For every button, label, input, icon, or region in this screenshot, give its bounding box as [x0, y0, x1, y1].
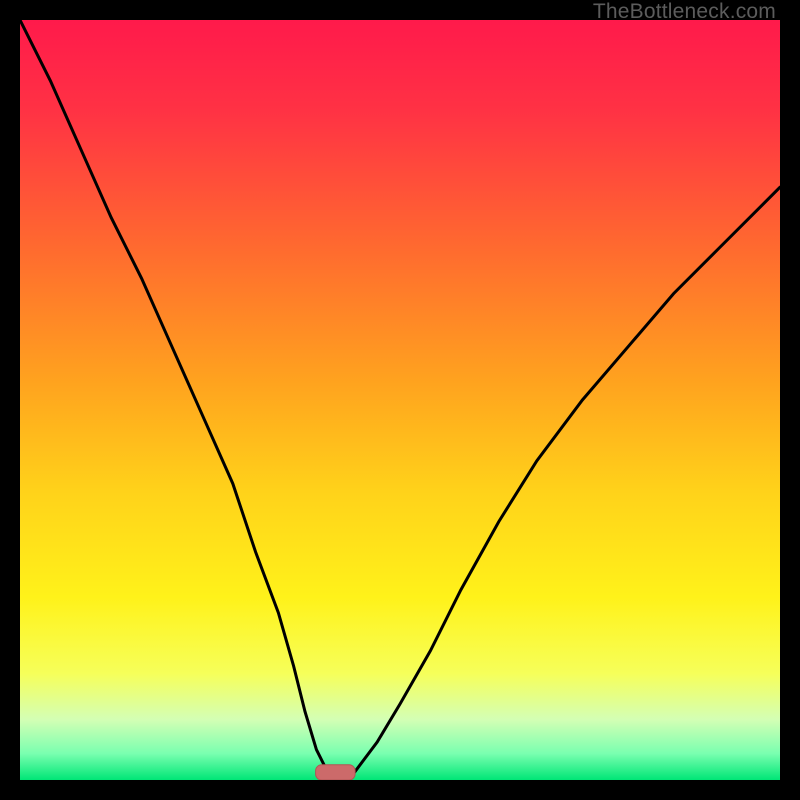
bottleneck-plot: [20, 20, 780, 780]
gradient-background: [20, 20, 780, 780]
chart-frame: [20, 20, 780, 780]
optimal-marker: [316, 765, 356, 780]
watermark-text: TheBottleneck.com: [593, 0, 776, 24]
